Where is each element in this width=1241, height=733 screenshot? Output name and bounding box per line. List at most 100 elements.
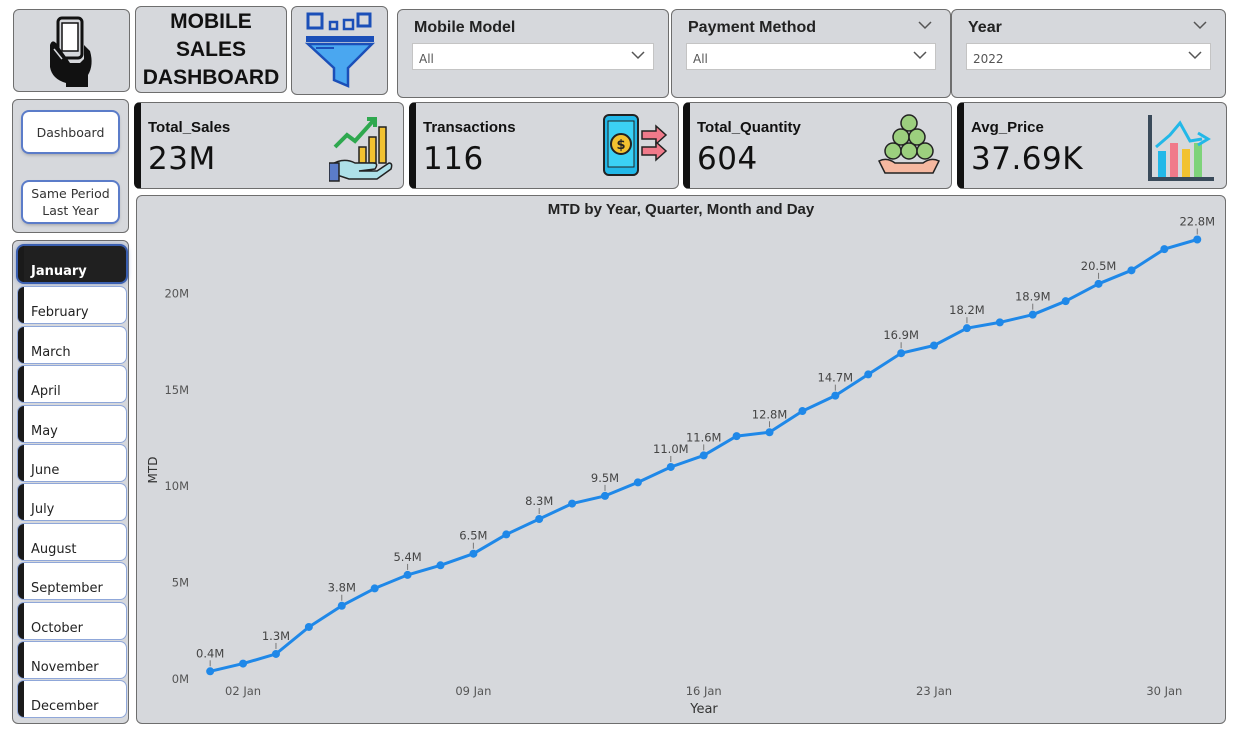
data-point[interactable]: [897, 349, 906, 358]
month-february[interactable]: February: [18, 287, 126, 323]
y-tick-label: 0M: [172, 672, 189, 686]
kpi-transactions: Transactions 116 $: [409, 102, 679, 189]
data-point[interactable]: [1028, 310, 1037, 319]
y-tick-label: 10M: [164, 479, 189, 493]
month-april[interactable]: April: [18, 366, 126, 402]
dashboard-button-label: Dashboard: [36, 124, 105, 140]
data-point[interactable]: [469, 549, 478, 558]
mobile-model-value: All: [419, 52, 434, 66]
data-label: 12.8M: [752, 407, 788, 421]
same-period-line-2: Last Year: [42, 203, 99, 218]
data-point[interactable]: [962, 324, 971, 333]
data-point[interactable]: [699, 451, 708, 460]
bar-chart-icon: [1148, 115, 1214, 181]
data-label: 1.3M: [262, 629, 290, 643]
filter-funnel-icon: [304, 12, 375, 88]
mobile-model-dropdown[interactable]: All: [412, 43, 654, 70]
data-point[interactable]: [239, 659, 248, 668]
month-november[interactable]: November: [18, 642, 126, 678]
payment-method-slicer: Payment Method All: [671, 9, 951, 98]
month-label: November: [31, 660, 99, 675]
data-point[interactable]: [765, 428, 774, 437]
month-july[interactable]: July: [18, 484, 126, 520]
kpi-total-quantity: Total_Quantity 604: [683, 102, 952, 189]
month-slicer: January February March April May June Ju…: [12, 240, 129, 724]
data-point[interactable]: [666, 462, 675, 471]
month-october[interactable]: October: [18, 603, 126, 639]
title-line-2: DASHBOARD: [142, 65, 280, 89]
growth-chart-hand-icon: [329, 117, 393, 182]
data-point[interactable]: [732, 432, 741, 441]
chart-plot: 0M 5M 10M 15M 20M 02 Jan 09 Jan 16 Jan 23 Jan 30…: [146, 214, 1215, 717]
y-tick-label: 20M: [164, 286, 189, 300]
dashboard-title: MOBILE SALES DASHBOARD: [135, 6, 287, 93]
data-point[interactable]: [1127, 266, 1136, 275]
kpi-label: Total_Sales: [148, 119, 231, 136]
data-point[interactable]: [535, 515, 544, 524]
month-june[interactable]: June: [18, 445, 126, 481]
nav-panel: Dashboard Same Period Last Year: [12, 99, 129, 233]
chevron-down-icon[interactable]: [918, 20, 932, 30]
data-label: 16.9M: [883, 328, 919, 342]
year-slicer: Year 2022: [951, 9, 1226, 98]
kpi-avg-price: Avg_Price 37.69K: [957, 102, 1227, 189]
x-tick-label: 30 Jan: [1146, 684, 1182, 698]
data-point[interactable]: [1193, 235, 1202, 244]
data-label: 5.4M: [393, 550, 421, 564]
kpi-value: 23M: [148, 141, 216, 177]
data-point[interactable]: [1061, 297, 1070, 306]
data-point[interactable]: [370, 584, 379, 593]
data-point[interactable]: [436, 561, 445, 570]
data-label: 8.3M: [525, 494, 553, 508]
data-label: 22.8M: [1179, 214, 1215, 228]
data-point[interactable]: [798, 407, 807, 416]
data-point[interactable]: [1094, 279, 1103, 288]
chevron-down-icon[interactable]: [1193, 20, 1207, 30]
month-january[interactable]: January: [18, 246, 126, 282]
data-point[interactable]: [568, 499, 577, 508]
chevron-down-icon: [1188, 51, 1202, 60]
data-point[interactable]: [337, 601, 346, 610]
title-line-1: MOBILE SALES: [170, 9, 252, 61]
data-point[interactable]: [1160, 245, 1169, 254]
month-december[interactable]: December: [18, 681, 126, 717]
same-period-last-year-button[interactable]: Same Period Last Year: [23, 182, 118, 222]
data-point[interactable]: [995, 318, 1004, 327]
month-label: May: [31, 424, 58, 439]
month-september[interactable]: September: [18, 563, 126, 599]
month-label: August: [31, 542, 77, 557]
month-label: March: [31, 345, 71, 360]
month-label: February: [31, 305, 89, 320]
same-period-line-1: Same Period: [31, 186, 110, 201]
y-tick-label: 5M: [172, 576, 189, 590]
month-label: January: [31, 264, 87, 279]
data-point[interactable]: [403, 570, 412, 579]
filter-panel[interactable]: [291, 6, 388, 95]
data-point[interactable]: [831, 391, 840, 400]
kpi-label: Transactions: [423, 119, 516, 136]
data-point[interactable]: [271, 649, 280, 658]
data-label: 14.7M: [818, 371, 854, 385]
month-label: July: [31, 502, 55, 517]
data-point[interactable]: [502, 530, 511, 539]
chevron-down-icon: [913, 51, 927, 60]
month-august[interactable]: August: [18, 524, 126, 560]
logo-panel: [13, 9, 130, 92]
data-point[interactable]: [930, 341, 939, 350]
data-point[interactable]: [864, 370, 873, 379]
data-point[interactable]: [633, 478, 642, 487]
dashboard-button[interactable]: Dashboard: [23, 112, 118, 152]
month-may[interactable]: May: [18, 406, 126, 442]
x-tick-label: 23 Jan: [916, 684, 952, 698]
data-label: 18.9M: [1015, 290, 1051, 304]
month-label: October: [31, 621, 84, 636]
data-point[interactable]: [206, 667, 215, 676]
month-march[interactable]: March: [18, 327, 126, 363]
payment-method-value: All: [693, 52, 708, 66]
data-point[interactable]: [601, 491, 609, 500]
data-point[interactable]: [304, 622, 313, 631]
payment-method-dropdown[interactable]: All: [686, 43, 936, 70]
year-dropdown[interactable]: 2022: [966, 43, 1211, 70]
mobile-model-label: Mobile Model: [414, 19, 516, 36]
x-axis-label: Year: [689, 702, 718, 717]
